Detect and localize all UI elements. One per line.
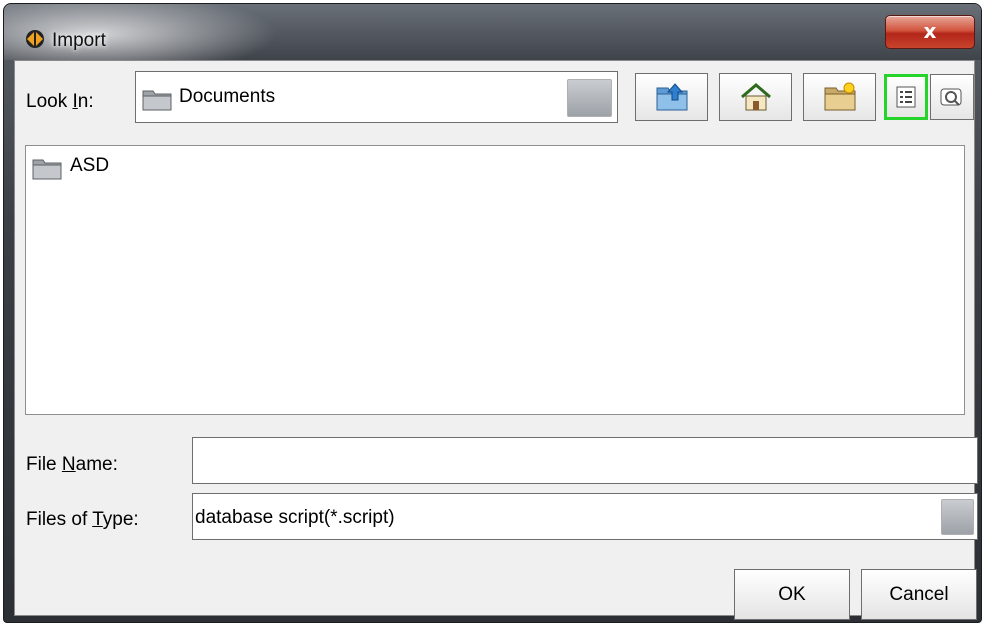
window-title: Import xyxy=(52,30,106,51)
ok-button[interactable]: OK xyxy=(734,569,850,620)
file-type-select[interactable]: database script(*.script) xyxy=(192,493,978,540)
details-view-button[interactable] xyxy=(930,74,974,120)
import-dialog-window: Import x Look In: Documents ASD File Nam… xyxy=(3,3,982,623)
file-type-label: Files of Type: xyxy=(26,509,139,530)
title-bar[interactable]: Import x xyxy=(4,4,981,60)
file-type-value: database script(*.script) xyxy=(195,507,395,528)
new-folder-button[interactable] xyxy=(803,73,876,121)
cancel-button[interactable]: Cancel xyxy=(861,569,977,620)
file-type-dropdown-arrow[interactable] xyxy=(941,499,974,535)
close-icon: x xyxy=(923,19,937,43)
home-button[interactable] xyxy=(719,73,792,121)
look-in-value: Documents xyxy=(179,86,276,107)
close-button[interactable]: x xyxy=(885,15,975,49)
look-in-dropdown-arrow[interactable] xyxy=(567,79,612,117)
look-in-combo[interactable]: Documents xyxy=(135,71,618,123)
home-icon xyxy=(740,83,771,111)
list-view-icon xyxy=(896,86,916,108)
folder-icon xyxy=(142,90,172,111)
file-name-label: File Name: xyxy=(26,454,118,475)
up-one-level-button[interactable] xyxy=(635,73,708,121)
file-list[interactable]: ASD xyxy=(25,145,965,415)
look-in-label: Look In: xyxy=(26,91,94,112)
new-folder-icon xyxy=(824,82,855,111)
list-view-button[interactable] xyxy=(884,74,928,120)
dialog-content: Look In: Documents ASD File Name: Files … xyxy=(14,60,978,620)
list-item-label: ASD xyxy=(70,155,110,176)
app-logo-icon xyxy=(26,30,44,48)
file-name-input[interactable] xyxy=(192,437,978,484)
folder-icon xyxy=(32,159,62,180)
details-view-icon xyxy=(940,88,962,106)
up-folder-icon xyxy=(656,83,687,111)
